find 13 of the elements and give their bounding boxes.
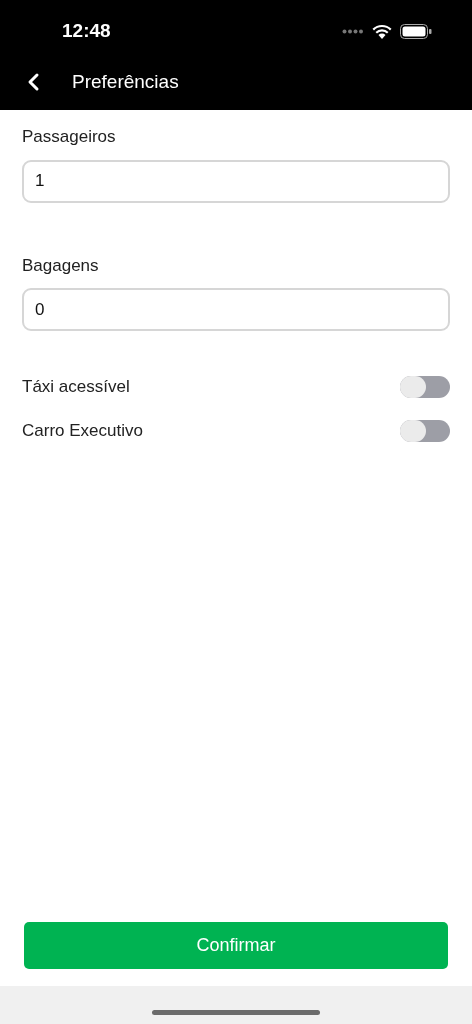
- page-title: Preferências: [72, 69, 179, 94]
- toggle-label: Táxi acessível: [22, 375, 130, 398]
- signal-icon: [342, 28, 364, 34]
- input-field[interactable]: 1: [22, 159, 450, 203]
- toggle-label: Carro Executivo: [22, 419, 143, 442]
- toggle-switch[interactable]: [400, 419, 450, 442]
- field-label: Bagagens: [22, 254, 100, 277]
- battery-icon: [400, 23, 432, 39]
- status-time: 12:48: [62, 18, 111, 43]
- toggle-switch[interactable]: [400, 375, 450, 398]
- field-label: Passageiros: [22, 126, 117, 148]
- wifi-icon: [372, 23, 392, 39]
- input-field[interactable]: 0: [22, 288, 450, 331]
